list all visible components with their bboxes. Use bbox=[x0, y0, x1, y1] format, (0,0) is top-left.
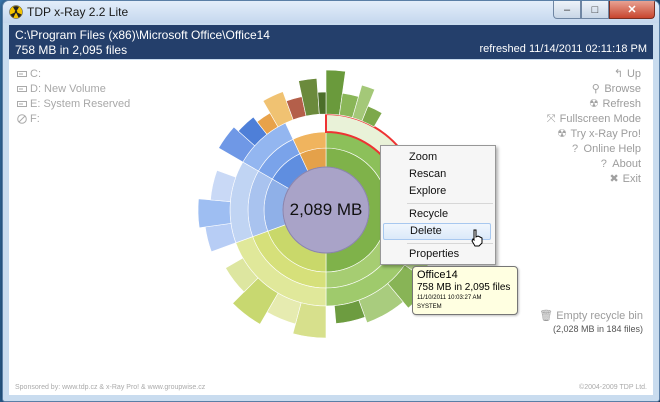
hand-cursor-icon bbox=[471, 229, 483, 247]
sunburst-segment[interactable] bbox=[204, 223, 237, 253]
tooltip-title: Office14 bbox=[417, 269, 458, 281]
menu-separator bbox=[407, 203, 493, 204]
menu-item-recycle[interactable]: Recycle bbox=[383, 206, 491, 223]
tooltip-size: 758 MB in 2,095 files bbox=[417, 282, 511, 293]
menu-item-rescan[interactable]: Rescan bbox=[383, 166, 491, 183]
sunburst-segment[interactable] bbox=[317, 91, 327, 115]
total-size-label: 2,089 MB bbox=[289, 200, 363, 219]
menu-item-zoom[interactable]: Zoom bbox=[383, 149, 491, 166]
context-menu: Zoom Rescan Explore Recycle Delete Prope… bbox=[380, 145, 496, 265]
tooltip-attributes: SYSTEM bbox=[417, 304, 442, 310]
menu-item-explore[interactable]: Explore bbox=[383, 183, 491, 200]
sunburst-segment[interactable] bbox=[197, 198, 232, 229]
tooltip-date: 11/10/2011 10:03:27 AM bbox=[417, 295, 482, 301]
menu-item-properties[interactable]: Properties bbox=[383, 246, 491, 263]
folder-tooltip: Office14 758 MB in 2,095 files 11/10/201… bbox=[412, 266, 518, 315]
